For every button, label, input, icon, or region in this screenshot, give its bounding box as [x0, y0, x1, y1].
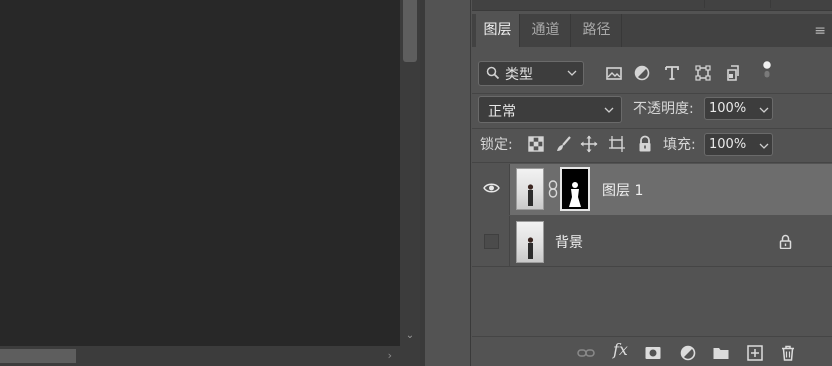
search-icon — [486, 66, 500, 80]
horizontal-scroll-thumb[interactable] — [0, 349, 76, 363]
layer-mask-thumbnail[interactable] — [560, 167, 590, 211]
lock-transparent-icon[interactable] — [527, 135, 545, 153]
layer-thumbnail-figure — [527, 184, 534, 206]
lock-icon[interactable] — [779, 234, 792, 249]
visibility-toggle[interactable] — [472, 164, 510, 215]
collapsed-panel-dock — [425, 0, 471, 366]
lock-all-icon[interactable] — [636, 135, 654, 153]
opacity-input[interactable]: 100% — [704, 97, 756, 120]
visibility-toggle[interactable] — [472, 216, 510, 267]
delete-layer-icon[interactable] — [779, 344, 797, 362]
tab-channels[interactable]: 通道 — [521, 14, 571, 47]
mask-silhouette — [569, 182, 581, 207]
chevron-down-icon — [604, 107, 614, 113]
layer-row[interactable]: 图层 1 — [472, 164, 832, 215]
upper-panel-divider — [770, 0, 810, 8]
horizontal-scrollbar[interactable]: › — [0, 346, 400, 366]
eye-icon — [483, 183, 500, 193]
fill-dropdown-button[interactable] — [755, 133, 773, 156]
lock-artboard-icon[interactable] — [608, 135, 626, 153]
layers-panel: 图层 通道 路径 ≡ 类型 正常 不透明度: 100% 锁定: 填充: 100% — [472, 0, 832, 366]
fill-label: 填充: — [663, 137, 696, 153]
panel-separator — [472, 93, 832, 94]
opacity-label: 不透明度: — [633, 101, 694, 117]
layer-thumbnail[interactable] — [516, 221, 544, 263]
lock-image-pixels-icon[interactable] — [555, 135, 573, 153]
layer-thumbnail-figure — [527, 237, 534, 259]
scroll-down-icon[interactable]: ⌄ — [404, 330, 416, 342]
layer-filter-select[interactable]: 类型 — [478, 61, 584, 86]
chevron-down-icon — [759, 143, 769, 149]
vertical-scroll-thumb[interactable] — [403, 0, 417, 62]
layers-bottom-toolbar: fx — [472, 336, 832, 366]
type-filter-icon[interactable] — [662, 63, 682, 83]
layer-thumbnail[interactable] — [516, 168, 544, 210]
fx-icon[interactable]: fx — [613, 340, 628, 359]
layer-name[interactable]: 背景 — [555, 232, 583, 252]
opacity-dropdown-button[interactable] — [755, 97, 773, 120]
tab-layers[interactable]: 图层 — [476, 14, 520, 47]
fill-input[interactable]: 100% — [704, 133, 756, 156]
upper-panel-edge — [472, 0, 832, 11]
link-layers-icon[interactable] — [577, 344, 595, 362]
mask-link-icon[interactable] — [548, 180, 558, 198]
shape-filter-icon[interactable] — [693, 63, 713, 83]
upper-panel-divider — [704, 0, 734, 8]
layer-filter-label: 类型 — [505, 67, 533, 83]
adjustment-filter-icon[interactable] — [632, 63, 652, 83]
blend-mode-value: 正常 — [488, 104, 516, 120]
panel-menu-icon[interactable]: ≡ — [814, 23, 826, 39]
blend-mode-select[interactable]: 正常 — [478, 96, 622, 123]
tab-paths[interactable]: 路径 — [572, 14, 622, 47]
panel-separator — [472, 128, 832, 129]
vertical-scrollbar[interactable]: ⌄ — [400, 0, 420, 346]
layer-row[interactable]: 背景 — [472, 216, 832, 267]
new-layer-icon[interactable] — [746, 344, 764, 362]
smartobject-filter-icon[interactable] — [723, 63, 743, 83]
lock-label: 锁定: — [480, 137, 513, 153]
add-mask-icon[interactable] — [644, 344, 662, 362]
lock-position-icon[interactable] — [580, 135, 598, 153]
image-filter-icon[interactable] — [604, 63, 624, 83]
chevron-down-icon — [567, 70, 577, 76]
new-group-icon[interactable] — [712, 344, 730, 362]
filter-toggle-icon[interactable] — [757, 60, 777, 80]
scroll-corner — [400, 346, 420, 366]
panel-separator — [472, 162, 832, 163]
scroll-right-icon[interactable]: › — [388, 349, 392, 362]
adjustment-layer-icon[interactable] — [679, 344, 697, 362]
hidden-visibility-box — [484, 234, 499, 249]
chevron-down-icon — [759, 107, 769, 113]
layer-name[interactable]: 图层 1 — [602, 180, 643, 200]
panel-tab-bar: 图层 通道 路径 ≡ — [472, 14, 832, 47]
document-canvas[interactable] — [0, 0, 400, 346]
